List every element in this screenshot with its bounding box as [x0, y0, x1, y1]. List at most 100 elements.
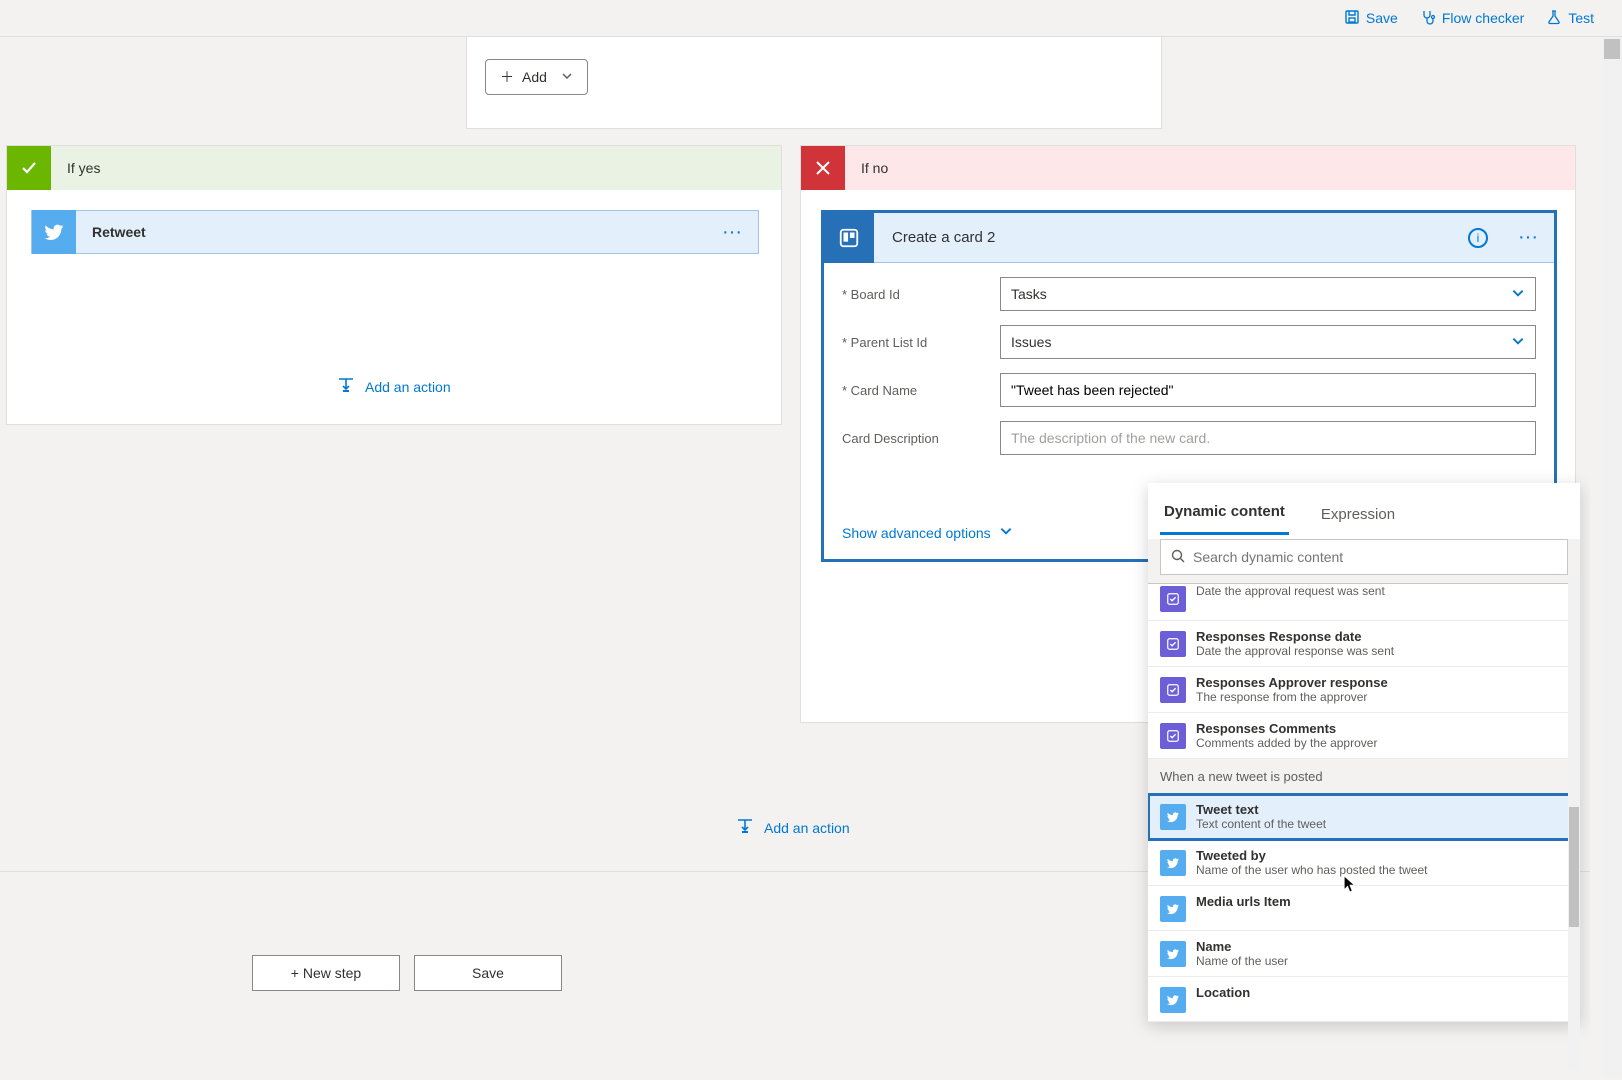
popover-item-desc: Name of the user: [1196, 954, 1288, 968]
flow-checker-label: Flow checker: [1442, 10, 1524, 26]
twitter-icon: [1160, 987, 1186, 1013]
chevron-down-icon: [1511, 286, 1525, 303]
retweet-title: Retweet: [76, 224, 706, 240]
popover-item[interactable]: Responses CommentsComments added by the …: [1148, 713, 1580, 759]
canvas-container: ＋ Add If yes Retweet ···: [0, 36, 1622, 1076]
popover-item[interactable]: Tweeted byName of the user who has poste…: [1148, 840, 1580, 886]
if-no-label: If no: [845, 160, 888, 176]
show-advanced-options[interactable]: Show advanced options: [842, 524, 1013, 541]
add-branch-button[interactable]: ＋ Add: [485, 59, 588, 95]
top-toolbar: Save Flow checker Test: [0, 0, 1622, 36]
popover-item-title: Media urls Item: [1196, 894, 1291, 909]
popover-item-desc: The response from the approver: [1196, 690, 1388, 704]
parent-list-id-value: Issues: [1011, 334, 1051, 350]
main-add-action-label: Add an action: [764, 820, 850, 836]
save-flow-label: Save: [472, 965, 504, 981]
main-add-action-button[interactable]: Add an action: [736, 817, 850, 838]
popover-item[interactable]: Responses Response dateDate the approval…: [1148, 621, 1580, 667]
save-label: Save: [1366, 10, 1398, 26]
popover-item-desc: Date the approval request was sent: [1196, 584, 1385, 598]
if-yes-header[interactable]: If yes: [7, 146, 781, 190]
popover-item-desc: Text content of the tweet: [1196, 817, 1326, 831]
parent-list-id-label: Parent List Id: [842, 335, 1000, 350]
retweet-menu-button[interactable]: ···: [706, 221, 758, 244]
canvas-scrollbar[interactable]: [1602, 37, 1622, 1077]
approval-icon: [1160, 586, 1186, 612]
save-button[interactable]: Save: [1344, 9, 1398, 28]
new-step-label: + New step: [291, 965, 361, 981]
tab-dynamic-content[interactable]: Dynamic content: [1160, 491, 1289, 535]
tab-expression[interactable]: Expression: [1317, 494, 1399, 535]
stethoscope-icon: [1420, 9, 1436, 28]
flask-icon: [1546, 9, 1562, 28]
dynamic-content-popover: Dynamic content Expression Date the appr…: [1148, 483, 1580, 1022]
trello-icon: [824, 213, 874, 263]
approval-icon: [1160, 677, 1186, 703]
popover-item-desc: Comments added by the approver: [1196, 736, 1377, 750]
save-flow-button[interactable]: Save: [414, 955, 562, 991]
popover-item-title: Location: [1196, 985, 1250, 1000]
save-icon: [1344, 9, 1360, 28]
popover-scrollbar[interactable]: [1568, 577, 1580, 1069]
insert-action-icon: [736, 817, 754, 838]
popover-group-header: When a new tweet is posted: [1148, 759, 1580, 794]
create-card-menu-button[interactable]: ···: [1502, 226, 1554, 249]
popover-item-title: Responses Approver response: [1196, 675, 1388, 690]
board-id-select[interactable]: Tasks: [1000, 277, 1536, 311]
popover-item-title: Tweet text: [1196, 802, 1326, 817]
create-card-title: Create a card 2: [874, 229, 1468, 246]
yes-add-action-button[interactable]: Add an action: [337, 376, 451, 397]
parent-list-id-select[interactable]: Issues: [1000, 325, 1536, 359]
card-name-label: Card Name: [842, 383, 1000, 398]
scrollbar-thumb[interactable]: [1604, 39, 1620, 59]
if-yes-label: If yes: [51, 160, 100, 176]
check-icon: [7, 146, 51, 190]
close-icon: [801, 146, 845, 190]
plus-icon: ＋: [500, 67, 514, 87]
chevron-down-icon: [561, 69, 573, 85]
popover-search: [1148, 539, 1580, 584]
popover-item[interactable]: Tweet textText content of the tweet: [1148, 794, 1580, 840]
twitter-icon: [32, 210, 76, 254]
chevron-down-icon: [1511, 334, 1525, 351]
approval-icon: [1160, 723, 1186, 749]
twitter-icon: [1160, 804, 1186, 830]
popover-item[interactable]: Responses Approver responseThe response …: [1148, 667, 1580, 713]
test-label: Test: [1568, 10, 1594, 26]
search-icon: [1171, 549, 1185, 566]
popover-item[interactable]: Media urls Item: [1148, 886, 1580, 931]
popover-item-title: Responses Response date: [1196, 629, 1394, 644]
card-description-label: Card Description: [842, 431, 1000, 446]
card-description-input[interactable]: [1000, 421, 1536, 455]
chevron-down-icon: [999, 524, 1013, 541]
popover-item[interactable]: NameName of the user: [1148, 931, 1580, 977]
flow-checker-button[interactable]: Flow checker: [1420, 9, 1524, 28]
test-button[interactable]: Test: [1546, 9, 1594, 28]
popover-item-title: Tweeted by: [1196, 848, 1427, 863]
new-step-button[interactable]: + New step: [252, 955, 400, 991]
twitter-icon: [1160, 941, 1186, 967]
flow-canvas[interactable]: ＋ Add If yes Retweet ···: [0, 37, 1590, 1077]
popover-item[interactable]: Date the approval request was sent: [1148, 584, 1580, 621]
card-name-input[interactable]: [1000, 373, 1536, 407]
search-input[interactable]: [1193, 549, 1557, 565]
popover-list[interactable]: Date the approval request was sent Respon…: [1148, 584, 1580, 1022]
popover-item[interactable]: Location: [1148, 977, 1580, 1022]
board-id-value: Tasks: [1011, 286, 1047, 302]
if-yes-branch: If yes Retweet ··· Add an action: [6, 145, 782, 425]
approval-icon: [1160, 631, 1186, 657]
if-no-header[interactable]: If no: [801, 146, 1575, 190]
create-card-header[interactable]: Create a card 2 i ···: [824, 213, 1554, 263]
retweet-action-card[interactable]: Retweet ···: [31, 210, 759, 254]
popover-item-desc: Date the approval response was sent: [1196, 644, 1394, 658]
popover-item-title: Responses Comments: [1196, 721, 1377, 736]
yes-add-action-label: Add an action: [365, 379, 451, 395]
popover-item-desc: Name of the user who has posted the twee…: [1196, 863, 1427, 877]
show-advanced-label: Show advanced options: [842, 525, 991, 541]
twitter-icon: [1160, 850, 1186, 876]
add-label: Add: [522, 69, 547, 85]
insert-action-icon: [337, 376, 355, 397]
info-icon[interactable]: i: [1468, 228, 1488, 248]
popover-item-title: Name: [1196, 939, 1288, 954]
scrollbar-thumb[interactable]: [1569, 807, 1579, 927]
